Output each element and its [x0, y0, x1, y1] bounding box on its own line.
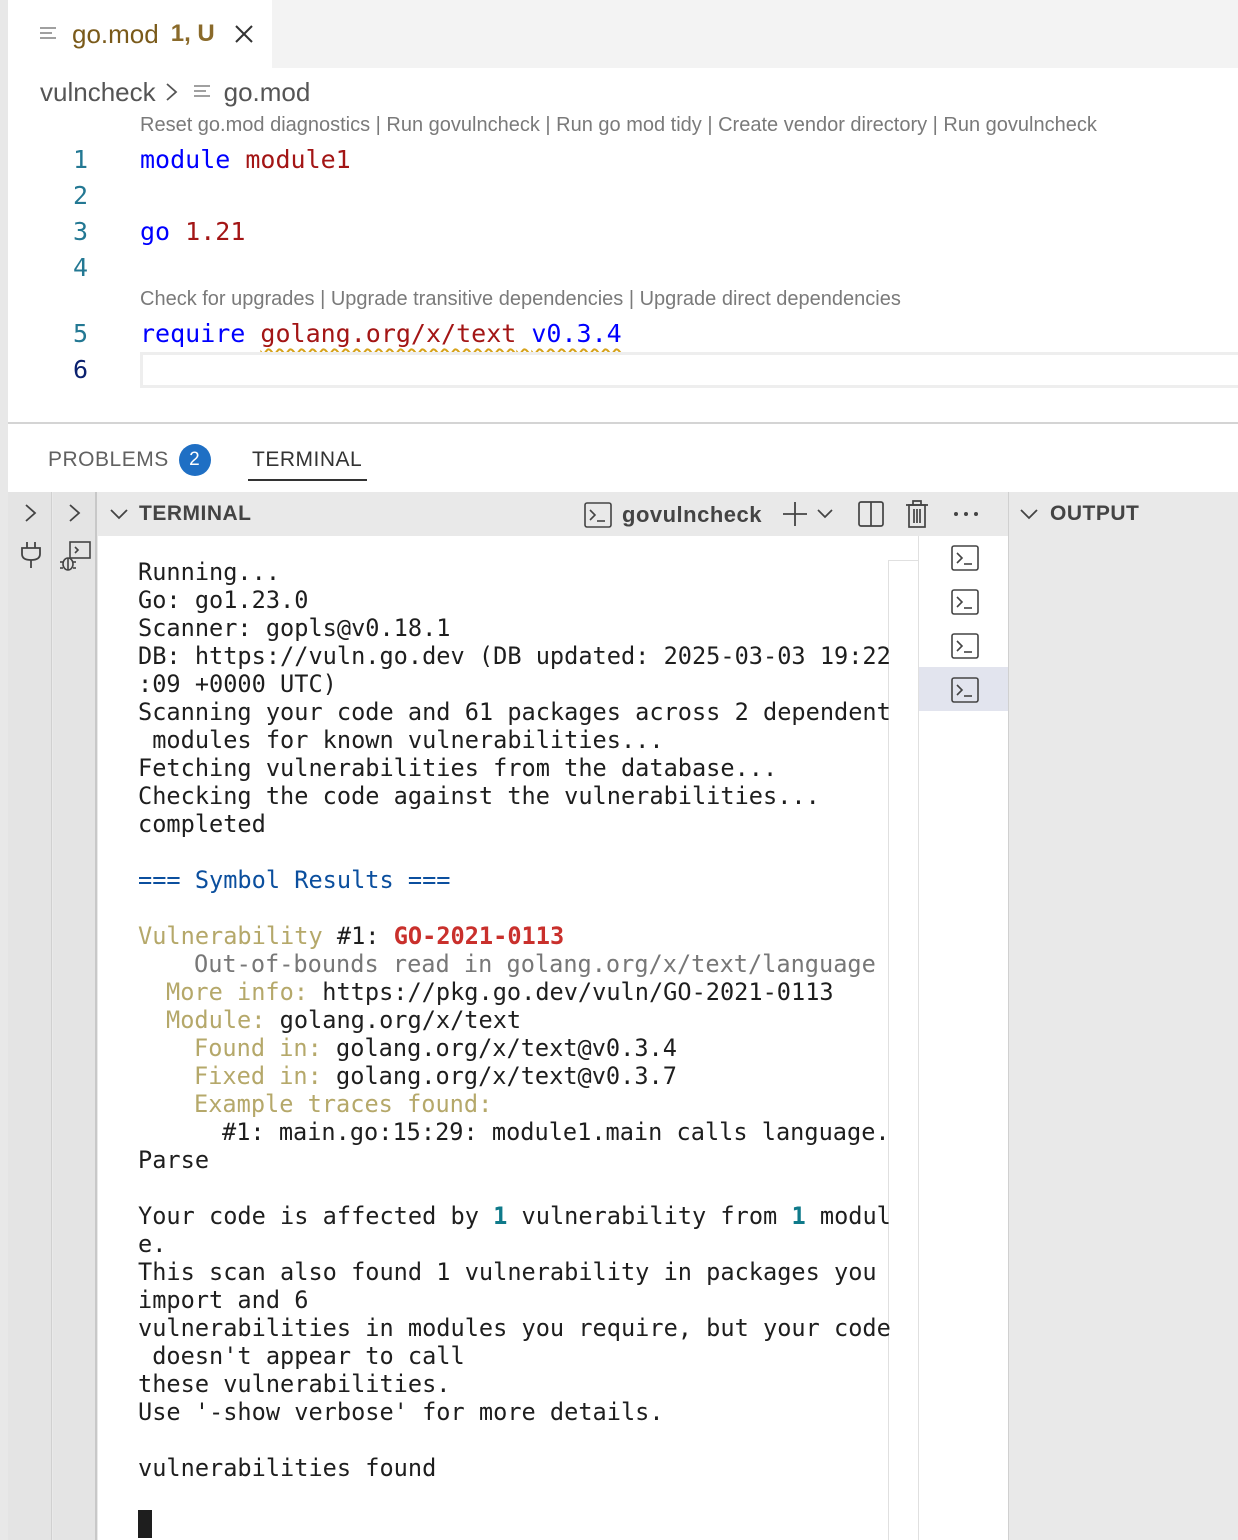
terminal-line: Go: go1.23.0 [138, 586, 309, 614]
file-lines-icon [193, 85, 210, 97]
split-terminal-icon[interactable] [857, 500, 885, 528]
terminal-line: DB: https://vuln.go.dev (DB updated: 202… [138, 642, 891, 670]
tab-terminal-label: TERMINAL [252, 448, 363, 471]
breadcrumb-file[interactable]: go.mod [224, 77, 311, 108]
code-line-5[interactable]: require golang.org/x/text v0.3.4 [140, 319, 622, 348]
chevron-down-icon[interactable] [816, 506, 834, 522]
terminal-line: Scanner: gopls@v0.18.1 [138, 614, 451, 642]
collapsed-view-column-2 [53, 492, 97, 1540]
package-version: v0.3.4 [531, 319, 622, 348]
vulnerability-description: Out-of-bounds read in golang.org/x/text/… [194, 950, 876, 978]
terminal-line: modules for known vulnerabilities... [138, 726, 664, 754]
found-in-line: Found in: golang.org/x/text@v0.3.4 [194, 1034, 677, 1062]
terminal-instance-name[interactable]: govulncheck [622, 502, 762, 528]
terminal-line: completed [138, 810, 266, 838]
vulnerability-id: GO-2021-0113 [393, 922, 565, 950]
module-line: Module: golang.org/x/text [166, 1006, 522, 1034]
more-actions-icon[interactable] [952, 510, 980, 518]
line-number: 3 [72, 217, 88, 246]
terminal-line: these vulnerabilities. [138, 1370, 451, 1398]
chevron-right-icon [166, 83, 177, 101]
tab-go-mod[interactable]: go.mod 1, U [8, 0, 272, 68]
chevron-down-icon[interactable] [108, 503, 130, 525]
chevron-right-icon[interactable] [64, 502, 86, 524]
output-view-title[interactable]: OUTPUT [1050, 502, 1139, 526]
summary-line: Your code is affected by 1 vulnerability… [138, 1202, 891, 1230]
active-tab-indicator [248, 479, 367, 481]
go-version: 1.21 [185, 217, 246, 246]
terminal-line: vulnerabilities in modules you require, … [138, 1314, 891, 1342]
line-number: 1 [72, 145, 88, 174]
codelens-upgrades[interactable]: Check for upgrades | Upgrade transitive … [140, 288, 901, 311]
tab-problems-label: PROBLEMS [48, 448, 169, 471]
codelens-actions[interactable]: Reset go.mod diagnostics | Run govulnche… [140, 114, 1097, 137]
debug-console-icon[interactable] [58, 540, 92, 574]
trash-icon[interactable] [904, 499, 930, 529]
terminal-instance-icon[interactable] [950, 631, 980, 661]
terminal-line: doesn't appear to call [138, 1342, 465, 1370]
terminal-scrollbar[interactable] [888, 560, 918, 1540]
terminal-line: Running... [138, 558, 281, 586]
vulnerability-heading: Vulnerability #1: GO-2021-0113 [138, 922, 565, 950]
terminal-line: vulnerabilities found [138, 1454, 437, 1482]
keyword: module [140, 145, 231, 174]
terminal-line: Fetching vulnerabilities from the databa… [138, 754, 778, 782]
tab-problems[interactable]: PROBLEMS 2 [48, 440, 211, 480]
terminal-cursor [138, 1510, 152, 1538]
problems-count-badge: 2 [178, 444, 211, 476]
terminal-instance-icon[interactable] [950, 543, 980, 573]
output-view [1008, 492, 1238, 1540]
terminal-line: This scan also found 1 vulnerability in … [138, 1258, 877, 1286]
line-number: 5 [72, 319, 88, 348]
terminal-icon [584, 502, 612, 528]
breadcrumb-folder[interactable]: vulncheck [40, 77, 156, 108]
tab-label: go.mod [72, 18, 159, 49]
plus-icon[interactable] [781, 500, 809, 528]
keyword: go [140, 217, 171, 246]
plug-icon[interactable] [18, 540, 44, 570]
symbol-results-heading: === Symbol Results === [138, 866, 451, 894]
breadcrumb: vulncheck go.mod [40, 72, 310, 112]
trace-line: #1: main.go:15:29: module1.main calls la… [222, 1118, 890, 1146]
package-path: golang.org/x/text [260, 319, 517, 348]
chevron-right-icon[interactable] [20, 502, 42, 524]
window-left-edge [0, 0, 8, 1540]
module-name: module1 [245, 145, 351, 174]
terminal-line: Scanning your code and 61 packages acros… [138, 698, 891, 726]
close-icon[interactable] [233, 23, 255, 45]
line-number: 4 [72, 253, 88, 282]
traces-heading: Example traces found: [194, 1090, 493, 1118]
fixed-in-line: Fixed in: golang.org/x/text@v0.3.7 [194, 1062, 677, 1090]
line-number: 2 [72, 181, 88, 210]
trace-line-wrap: Parse [138, 1146, 210, 1174]
collapsed-view-column-1 [8, 492, 52, 1540]
terminal-view-title[interactable]: TERMINAL [139, 502, 252, 526]
tab-status-badge: 1, U [170, 20, 215, 47]
terminal-output[interactable]: Running... Go: go1.23.0 Scanner: gopls@v0.… [138, 558, 891, 1482]
tab-terminal[interactable]: TERMINAL [252, 440, 362, 480]
code-line-3[interactable]: go 1.21 [140, 217, 245, 246]
more-info-line: More info: https://pkg.go.dev/vuln/GO-20… [166, 978, 834, 1006]
terminal-line: :09 +0000 UTC) [138, 670, 337, 698]
more-info-link[interactable]: https://pkg.go.dev/vuln/GO-2021-0113 [308, 978, 833, 1006]
terminal-instance-icon[interactable] [950, 675, 980, 705]
code-line-1[interactable]: module module1 [140, 145, 351, 174]
terminal-instance-icon[interactable] [950, 587, 980, 617]
summary-line-wrap: e. [138, 1230, 167, 1258]
terminal-line: Checking the code against the vulnerabil… [138, 782, 820, 810]
chevron-down-icon[interactable] [1018, 503, 1040, 525]
file-lines-icon [40, 27, 56, 39]
panel-divider[interactable] [8, 422, 1238, 424]
terminal-line: Use '-show verbose' for more details. [138, 1398, 664, 1426]
current-line-highlight[interactable] [140, 352, 1238, 388]
line-number: 6 [72, 355, 88, 384]
keyword: require [140, 319, 246, 348]
terminal-line: import and 6 [138, 1286, 309, 1314]
